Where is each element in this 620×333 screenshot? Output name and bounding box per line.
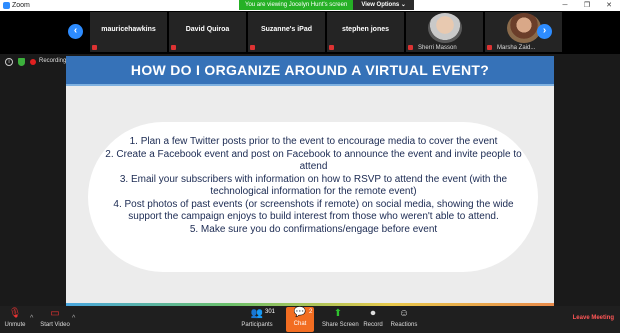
close-icon[interactable]: ✕ [598,0,620,11]
record-button[interactable]: ⏺ Record [362,308,384,332]
participant-name: stephen jones [341,26,390,33]
participants-label: Participants [241,322,273,328]
security-shield-icon[interactable] [18,58,25,66]
share-screen-icon: ⬆ [333,308,343,319]
reactions-label: Reactions [390,322,418,328]
start-video-button[interactable]: ▭ Start Video [40,308,70,332]
chat-count: 2 [309,309,313,315]
minimize-icon[interactable]: ─ [554,0,576,11]
slide-list-item: 5. Make sure you do confirmations/engage… [189,223,438,235]
muted-mic-icon [329,45,334,50]
zoom-app-icon [3,2,10,9]
chat-label: Chat [293,321,307,327]
video-options-caret-icon[interactable]: ^ [72,315,75,322]
reactions-icon: ☺ [398,308,410,319]
participant-tile[interactable]: David Quiroa [169,12,246,52]
gallery-prev-button[interactable]: ‹ [68,24,83,39]
slide-header: HOW DO I ORGANIZE AROUND A VIRTUAL EVENT… [66,56,554,84]
slide-list-item: 1. Plan a few Twitter posts prior to the… [129,136,498,147]
participant-name: David Quiroa [185,26,230,33]
video-off-icon: ▭ [50,308,60,319]
shared-slide: HOW DO I ORGANIZE AROUND A VIRTUAL EVENT… [66,56,554,306]
reactions-button[interactable]: ☺ Reactions [390,308,418,332]
meeting-controls: 🎙 Unmute ^ ▭ Start Video ^ 👥 Participant… [0,306,620,333]
viewing-screen-label: You are viewing Jocelyn Hunt's screen [239,0,354,10]
participant-video [507,13,541,43]
participant-tile[interactable]: Suzanne's iPad [248,12,325,52]
recording-dot-icon [30,59,36,65]
muted-mic-icon [92,45,97,50]
participant-name: mauricehawkins [101,26,156,33]
participant-name: Marsha Zaid... [497,45,536,51]
participants-count: 301 [265,309,276,315]
share-screen-label: Share Screen [322,322,359,328]
slide-list-item: 2. Create a Facebook event and post on F… [105,148,522,173]
unmute-button[interactable]: 🎙 Unmute [2,308,28,332]
muted-mic-icon [250,45,255,50]
slide-divider [66,84,554,86]
participant-tile[interactable]: Sherri Masson [406,12,483,52]
slide-list: 1. Plan a few Twitter posts prior to the… [96,136,531,236]
share-screen-button[interactable]: ⬆ Share Screen [322,308,359,332]
audio-options-caret-icon[interactable]: ^ [30,315,33,322]
view-options-button[interactable]: View Options ⌄ [353,0,414,10]
maximize-icon[interactable]: ❐ [576,0,598,11]
muted-mic-icon [487,45,492,50]
record-icon: ⏺ [370,308,376,319]
meeting-info-icon[interactable]: i [5,58,13,66]
participant-gallery: ‹ mauricehawkins David Quiroa Suzanne's … [0,11,620,54]
slide-list-item: 4. Post photos of past events (or screen… [113,198,514,223]
participant-video [428,13,462,43]
start-video-label: Start Video [40,322,70,328]
record-label: Record [363,322,383,328]
slide-title: HOW DO I ORGANIZE AROUND A VIRTUAL EVENT… [130,62,490,78]
muted-mic-icon [408,45,413,50]
participant-tile[interactable]: mauricehawkins [90,12,167,52]
participant-tile[interactable]: stephen jones [327,12,404,52]
muted-mic-icon: 🎙 [8,308,22,319]
muted-mic-icon [171,45,176,50]
window-title: Zoom [12,2,30,9]
unmute-label: Unmute [4,322,26,328]
participant-name: Suzanne's iPad [260,26,313,33]
slide-list-item: 3. Email your subscribers with informati… [119,173,508,198]
screen-share-bar: You are viewing Jocelyn Hunt's screen Vi… [239,0,414,10]
participant-name: Sherri Masson [418,45,457,51]
leave-meeting-button[interactable]: Leave Meeting [573,315,614,321]
recording-label: Recording [39,58,67,64]
gallery-next-button[interactable]: › [537,24,552,39]
